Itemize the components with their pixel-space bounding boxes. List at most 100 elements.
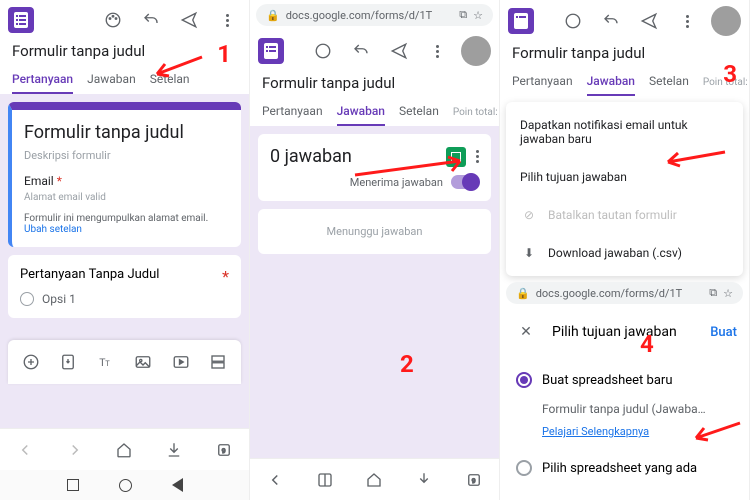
- send-icon[interactable]: [175, 6, 203, 34]
- dest-existing-spreadsheet[interactable]: Pilih spreadsheet yang ada: [516, 452, 733, 484]
- tab-settings[interactable]: Setelan: [649, 68, 689, 96]
- svg-text:9: 9: [222, 447, 226, 455]
- menu-select-dest[interactable]: Pilih tujuan jawaban: [506, 158, 743, 196]
- tab-questions[interactable]: Pertanyaan: [262, 98, 323, 126]
- question-card[interactable]: Pertanyaan Tanpa Judul * Opsi 1: [8, 255, 241, 318]
- card-title[interactable]: Formulir tanpa judul: [24, 122, 229, 143]
- add-title-icon[interactable]: TT: [92, 348, 120, 376]
- palette-icon[interactable]: [99, 6, 127, 34]
- menu-unlink: ⊘Batalkan tautan formulir: [506, 196, 743, 234]
- tabs: Pertanyaan Jawaban Setelan Poin total: 5: [250, 98, 499, 126]
- star-icon[interactable]: ☆: [473, 9, 483, 22]
- url-text: docs.google.com/forms/d/1T: [536, 287, 683, 300]
- accepting-label: Menerima jawaban: [350, 176, 443, 189]
- recents-icon[interactable]: [67, 479, 79, 491]
- add-video-icon[interactable]: [167, 348, 195, 376]
- download-icon[interactable]: [160, 436, 188, 464]
- reader-icon[interactable]: ⧉: [459, 8, 467, 22]
- create-button[interactable]: Buat: [710, 325, 737, 340]
- add-section-icon[interactable]: [204, 348, 232, 376]
- import-icon[interactable]: [54, 348, 82, 376]
- learn-more-link[interactable]: Pelajari Selengkapnya: [542, 425, 649, 438]
- menu-wrap: Dapatkan notifikasi email untuk jawaban …: [500, 96, 749, 276]
- app-topbar: [250, 30, 499, 72]
- waiting-card: Menunggu jawaban: [258, 209, 491, 254]
- menu-download[interactable]: ⬇Download jawaban (.csv): [506, 234, 743, 272]
- tabs-icon[interactable]: 9: [460, 466, 488, 494]
- back-button-icon[interactable]: [172, 478, 183, 492]
- download-csv-icon: ⬇: [520, 246, 538, 260]
- back-icon[interactable]: [261, 466, 289, 494]
- tab-settings[interactable]: Setelan: [150, 66, 190, 94]
- svg-text:T: T: [105, 359, 110, 368]
- email-label: Email *: [24, 174, 229, 188]
- undo-icon[interactable]: [597, 7, 625, 35]
- email-hint: Alamat email valid: [24, 192, 229, 203]
- avatar[interactable]: [711, 6, 741, 36]
- more-icon[interactable]: [673, 7, 701, 35]
- url-text: docs.google.com/forms/d/1T: [286, 9, 433, 22]
- palette-icon[interactable]: [309, 37, 337, 65]
- url-bar[interactable]: 🔒 docs.google.com/forms/d/1T ⧉ ☆: [256, 4, 493, 26]
- browser-nav: 9: [0, 428, 249, 470]
- undo-icon[interactable]: [137, 6, 165, 34]
- palette-icon[interactable]: [559, 7, 587, 35]
- back-icon[interactable]: [11, 436, 39, 464]
- dest-title: Pilih tujuan jawaban: [552, 324, 677, 340]
- sheets-icon[interactable]: [446, 147, 466, 167]
- add-image-icon[interactable]: [129, 348, 157, 376]
- question-title[interactable]: Pertanyaan Tanpa Judul: [20, 267, 159, 282]
- home-button-icon[interactable]: [119, 479, 132, 492]
- tab-responses[interactable]: Jawaban: [587, 68, 635, 96]
- option-1[interactable]: Opsi 1: [20, 292, 229, 306]
- home-icon[interactable]: [110, 436, 138, 464]
- empty-area: [258, 262, 491, 402]
- more-icon[interactable]: [423, 37, 451, 65]
- form-title: Formulir tanpa judul: [500, 42, 749, 68]
- app-topbar: [0, 0, 249, 40]
- menu-notify[interactable]: Dapatkan notifikasi email untuk jawaban …: [506, 106, 743, 158]
- spreadsheet-name[interactable]: Formulir tanpa judul (Jawaba…: [542, 402, 733, 416]
- responses-more-icon[interactable]: [476, 150, 479, 163]
- send-icon[interactable]: [385, 37, 413, 65]
- tab-questions[interactable]: Pertanyaan: [512, 68, 573, 96]
- send-icon[interactable]: [635, 7, 663, 35]
- responses-count: 0 jawaban: [270, 146, 352, 167]
- title-card[interactable]: Formulir tanpa judul Deskripsi formulir …: [8, 102, 241, 247]
- responses-body: 0 jawaban Menerima jawaban Menunggu jawa…: [250, 126, 499, 458]
- phone-3: Formulir tanpa judul Pertanyaan Jawaban …: [500, 0, 750, 500]
- dest-body: Buat spreadsheet baru Formulir tanpa jud…: [500, 356, 749, 492]
- star-icon[interactable]: ☆: [723, 287, 733, 300]
- tab-questions[interactable]: Pertanyaan: [12, 66, 73, 94]
- home-icon[interactable]: [360, 466, 388, 494]
- radio-icon: [20, 292, 34, 306]
- avatar[interactable]: [461, 36, 491, 66]
- forms-icon: [508, 8, 534, 34]
- tabs: Pertanyaan Jawaban Setelan: [0, 66, 249, 94]
- change-settings-link[interactable]: Ubah setelan: [24, 224, 82, 235]
- dest-new-spreadsheet[interactable]: Buat spreadsheet baru: [516, 364, 733, 396]
- existing-sheet-label: Pilih spreadsheet yang ada: [542, 461, 697, 476]
- radio-selected-icon: [516, 372, 532, 388]
- add-question-icon[interactable]: [17, 348, 45, 376]
- required-star: *: [222, 267, 229, 286]
- forward-icon[interactable]: [61, 436, 89, 464]
- lock-icon: 🔒: [516, 287, 530, 300]
- form-title: Formulir tanpa judul: [250, 72, 499, 98]
- accepting-toggle[interactable]: [451, 175, 479, 189]
- download-icon[interactable]: [410, 466, 438, 494]
- option-label: Opsi 1: [42, 292, 76, 306]
- tabs-icon[interactable]: 9: [210, 436, 238, 464]
- more-icon[interactable]: [213, 6, 241, 34]
- close-icon[interactable]: ✕: [512, 318, 540, 346]
- bookmarks-icon[interactable]: [311, 466, 339, 494]
- lock-icon: 🔒: [266, 9, 280, 22]
- url-bar[interactable]: 🔒 docs.google.com/forms/d/1T ⧉ ☆: [506, 282, 743, 304]
- tab-responses[interactable]: Jawaban: [337, 98, 385, 126]
- tab-settings[interactable]: Setelan: [399, 98, 439, 126]
- card-desc[interactable]: Deskripsi formulir: [24, 149, 229, 162]
- tab-responses[interactable]: Jawaban: [87, 66, 136, 94]
- reader-icon[interactable]: ⧉: [709, 286, 717, 300]
- undo-icon[interactable]: [347, 37, 375, 65]
- phone-2: 🔒 docs.google.com/forms/d/1T ⧉ ☆ Formuli…: [250, 0, 500, 500]
